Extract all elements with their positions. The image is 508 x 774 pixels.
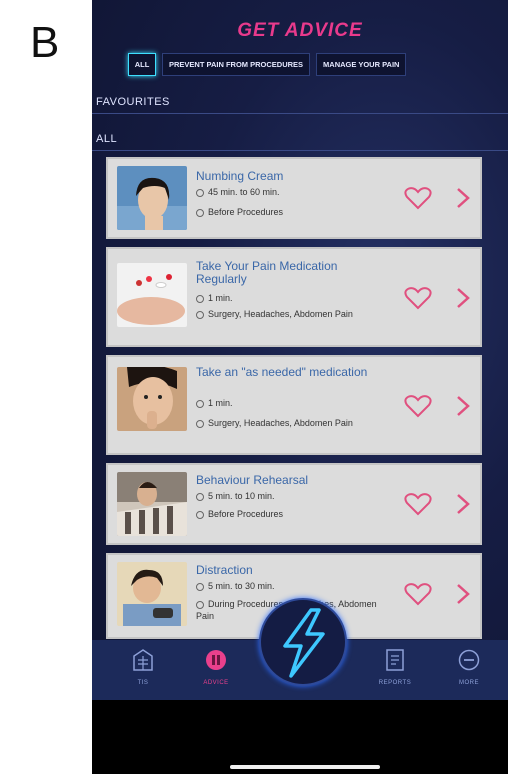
chevron-right-icon[interactable] — [456, 187, 470, 209]
tag-icon — [196, 208, 204, 217]
thumbnail-image — [117, 263, 187, 327]
clock-icon — [196, 582, 204, 591]
card-tags: Surgery, Headaches, Abdomen Pain — [196, 417, 386, 429]
app-screen: GET ADVICE ALL PREVENT PAIN FROM PROCEDU… — [92, 0, 508, 774]
tab-all[interactable]: ALL — [128, 53, 156, 76]
thumbnail-image — [117, 562, 187, 626]
building-icon — [133, 649, 153, 671]
clock-icon — [196, 294, 204, 303]
lightning-icon — [283, 608, 325, 678]
chevron-right-icon[interactable] — [456, 583, 470, 605]
card-title: Numbing Cream — [196, 169, 284, 183]
favourite-heart-icon[interactable] — [404, 394, 432, 418]
card-duration: 5 min. to 30 min. — [196, 580, 386, 592]
tags-text: Surgery, Headaches, Abdomen Pain — [208, 309, 353, 319]
advice-card-numbing-cream[interactable]: Numbing Cream 45 min. to 60 min. Before … — [106, 157, 482, 239]
advice-icon — [206, 650, 226, 670]
nav-label: ADVICE — [203, 680, 229, 686]
nav-item-tis[interactable]: TIS — [113, 648, 173, 686]
tab-manage-pain[interactable]: MANAGE YOUR PAIN — [316, 53, 407, 76]
tag-icon — [196, 310, 204, 319]
tags-text: Before Procedures — [208, 207, 284, 217]
card-title: Behaviour Rehearsal — [196, 473, 309, 487]
card-title: Take Your Pain Medication Regularly — [196, 259, 338, 286]
panel-label: B — [30, 18, 60, 67]
thumbnail-image — [117, 166, 187, 230]
clock-icon — [196, 399, 204, 408]
favourite-heart-icon[interactable] — [404, 582, 432, 606]
card-duration: 45 min. to 60 min. — [196, 186, 386, 198]
tab-prevent-pain[interactable]: PREVENT PAIN FROM PROCEDURES — [162, 53, 311, 76]
favourites-heading: FAVOURITES — [96, 96, 170, 108]
nav-label: MORE — [459, 680, 479, 686]
advice-card-as-needed-medication[interactable]: Take an "as needed" medication 1 min. Su… — [106, 355, 482, 455]
all-heading: ALL — [96, 133, 118, 145]
tags-text: Surgery, Headaches, Abdomen Pain — [208, 418, 353, 428]
card-title: Distraction — [196, 563, 253, 577]
divider — [92, 113, 508, 114]
tag-icon — [196, 600, 204, 609]
thumbnail-image — [117, 367, 187, 431]
duration-text: 1 min. — [208, 293, 233, 303]
card-tags: Before Procedures — [196, 508, 386, 520]
duration-text: 5 min. to 10 min. — [208, 491, 275, 501]
divider — [92, 150, 508, 151]
page-title: GET ADVICE — [237, 20, 363, 41]
device-bottom-area — [92, 700, 508, 774]
advice-card-pain-medication[interactable]: Take Your Pain Medication Regularly 1 mi… — [106, 247, 482, 347]
nav-label: REPORTS — [378, 680, 412, 686]
advice-card-behaviour-rehearsal[interactable]: Behaviour Rehearsal 5 min. to 10 min. Be… — [106, 463, 482, 545]
more-icon — [458, 649, 480, 671]
favourite-heart-icon[interactable] — [404, 492, 432, 516]
tag-icon — [196, 510, 204, 519]
lightning-action-button[interactable] — [259, 598, 347, 686]
card-duration: 1 min. — [196, 292, 386, 304]
nav-label: TIS — [137, 680, 149, 686]
tag-icon — [196, 419, 204, 428]
favourite-heart-icon[interactable] — [404, 186, 432, 210]
card-tags: Before Procedures — [196, 206, 386, 218]
chevron-right-icon[interactable] — [456, 493, 470, 515]
duration-text: 45 min. to 60 min. — [208, 187, 280, 197]
home-indicator[interactable] — [230, 765, 380, 769]
nav-item-advice[interactable]: ADVICE — [186, 648, 246, 686]
duration-text: 1 min. — [208, 398, 233, 408]
nav-item-more[interactable]: MORE — [439, 648, 499, 686]
report-icon — [386, 649, 404, 671]
favourite-heart-icon[interactable] — [404, 286, 432, 310]
chevron-right-icon[interactable] — [456, 287, 470, 309]
card-duration: 5 min. to 10 min. — [196, 490, 386, 502]
duration-text: 5 min. to 30 min. — [208, 581, 275, 591]
chevron-right-icon[interactable] — [456, 395, 470, 417]
tab-bar: ALL PREVENT PAIN FROM PROCEDURES MANAGE … — [128, 53, 412, 76]
tags-text: Before Procedures — [208, 509, 284, 519]
card-duration: 1 min. — [196, 397, 386, 409]
card-title: Take an "as needed" medication — [196, 365, 368, 379]
clock-icon — [196, 188, 204, 197]
card-tags: Surgery, Headaches, Abdomen Pain — [196, 308, 386, 320]
nav-item-reports[interactable]: REPORTS — [365, 648, 425, 686]
thumbnail-image — [117, 472, 187, 536]
clock-icon — [196, 492, 204, 501]
